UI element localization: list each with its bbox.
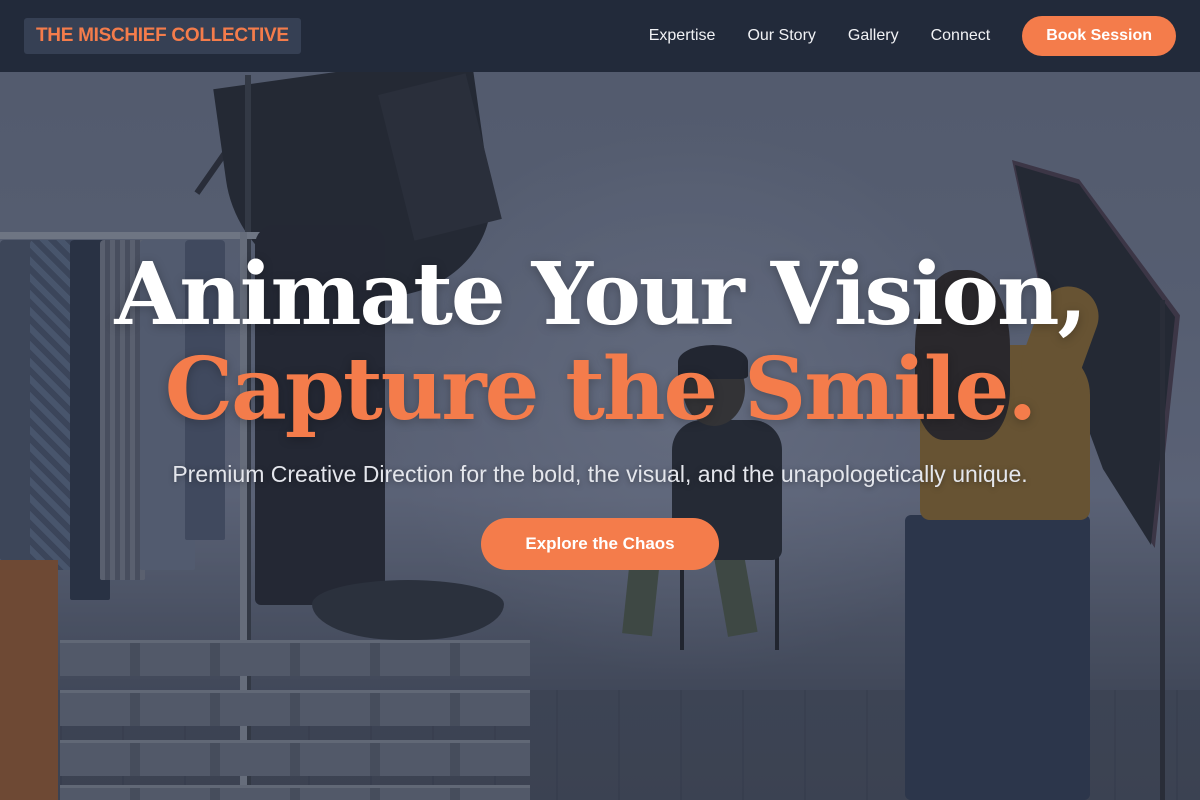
nav-link-expertise[interactable]: Expertise [649,27,716,45]
nav-link-gallery[interactable]: Gallery [848,27,899,45]
nav-link-connect[interactable]: Connect [931,27,991,45]
top-navbar: THE MISCHIEF COLLECTIVE Expertise Our St… [0,0,1200,72]
hero-headline-line1: Animate Your Vision, [114,244,1088,345]
nav-link-our-story[interactable]: Our Story [747,27,815,45]
nav-menu: Expertise Our Story Gallery Connect Book… [649,16,1176,56]
hero-subtitle: Premium Creative Direction for the bold,… [172,461,1028,487]
hero-headline-line2: Capture the Smile. [164,339,1038,440]
book-session-button[interactable]: Book Session [1022,16,1176,56]
hero-section: Animate Your Vision, Capture the Smile. … [0,0,1200,800]
brand-logo[interactable]: THE MISCHIEF COLLECTIVE [24,18,301,54]
explore-the-chaos-button[interactable]: Explore the Chaos [481,518,719,570]
landing-page: THE MISCHIEF COLLECTIVE Expertise Our St… [0,0,1200,800]
